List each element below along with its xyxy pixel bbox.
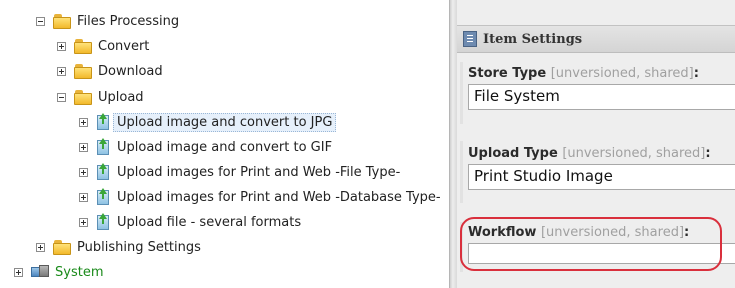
tree-node-upload-print-web-file[interactable]: Upload images for Print and Web -File Ty… <box>79 161 400 183</box>
expand-toggle-icon[interactable] <box>79 117 88 127</box>
tree-node-publishing-settings[interactable]: Publishing Settings <box>36 236 201 258</box>
tree-node-label[interactable]: System <box>55 265 103 280</box>
field-meta: [unversioned, shared] <box>550 66 694 81</box>
field-upload-type: Upload Type [unversioned, shared]: Print… <box>468 146 735 190</box>
expand-toggle-icon[interactable] <box>57 41 66 51</box>
expand-toggle-icon[interactable] <box>14 267 23 277</box>
expand-toggle-icon[interactable] <box>79 167 88 177</box>
tree-node-upload-several-formats[interactable]: Upload file - several formats <box>79 211 301 233</box>
tree-node-files-processing[interactable]: Files Processing <box>36 10 179 32</box>
collapse-toggle-icon[interactable] <box>36 16 45 26</box>
folder-icon <box>74 63 93 79</box>
tree-node-label[interactable]: Files Processing <box>77 14 179 29</box>
folder-icon <box>74 38 93 54</box>
folder-icon <box>53 13 72 29</box>
tree-node-label[interactable]: Upload images for Print and Web -File Ty… <box>117 165 400 180</box>
tree-node-label[interactable]: Publishing Settings <box>77 240 201 255</box>
tree-node-upload-jpg[interactable]: Upload image and convert to JPG <box>79 111 337 133</box>
expand-toggle-icon[interactable] <box>36 242 45 252</box>
field-label: Upload Type [unversioned, shared]: <box>468 146 735 161</box>
tree-node-convert[interactable]: Convert <box>57 35 149 57</box>
content-tree: Files Processing Convert Download Upload… <box>0 0 449 288</box>
tree-node-label[interactable]: Upload images for Print and Web -Databas… <box>117 190 441 205</box>
highlight-annotation <box>460 217 722 271</box>
tree-node-label[interactable]: Convert <box>98 39 149 54</box>
tree-node-label-selected[interactable]: Upload image and convert to JPG <box>113 112 337 132</box>
store-type-input[interactable]: File System <box>468 84 735 110</box>
tree-node-label[interactable]: Upload image and convert to GIF <box>117 140 332 155</box>
upload-type-input[interactable]: Print Studio Image <box>468 164 735 190</box>
field-label: Store Type [unversioned, shared]: <box>468 66 735 81</box>
field-colon: : <box>705 146 711 161</box>
field-label-text: Upload Type <box>468 146 558 161</box>
tree-node-system[interactable]: System <box>14 261 103 283</box>
expand-toggle-icon[interactable] <box>79 192 88 202</box>
field-group-bar <box>460 62 463 124</box>
tree-node-upload-print-web-database[interactable]: Upload images for Print and Web -Databas… <box>79 186 441 208</box>
upload-item-icon <box>96 137 110 156</box>
folder-icon <box>53 239 72 255</box>
tree-node-label[interactable]: Download <box>98 64 163 79</box>
field-label-text: Store Type <box>468 66 547 81</box>
upload-item-icon <box>96 187 110 206</box>
folder-icon <box>74 89 93 105</box>
upload-item-icon <box>96 212 110 231</box>
collapse-toggle-icon[interactable] <box>57 92 66 102</box>
section-header-item-settings[interactable]: Item Settings <box>457 25 735 53</box>
tree-node-upload-gif[interactable]: Upload image and convert to GIF <box>79 136 332 158</box>
system-icon <box>31 265 50 279</box>
upload-item-icon <box>96 112 110 131</box>
expand-toggle-icon[interactable] <box>57 66 66 76</box>
tree-node-label[interactable]: Upload <box>98 90 144 105</box>
field-colon: : <box>693 66 699 81</box>
tree-node-label[interactable]: Upload file - several formats <box>117 215 301 230</box>
document-icon <box>463 31 477 47</box>
expand-toggle-icon[interactable] <box>79 217 88 227</box>
field-group-bar <box>460 141 463 203</box>
field-store-type: Store Type [unversioned, shared]: File S… <box>468 66 735 110</box>
pane-splitter[interactable] <box>449 0 457 288</box>
tree-node-upload[interactable]: Upload <box>57 86 144 108</box>
tree-node-download[interactable]: Download <box>57 60 163 82</box>
upload-item-icon <box>96 162 110 181</box>
section-title: Item Settings <box>483 31 583 47</box>
field-meta: [unversioned, shared] <box>562 146 706 161</box>
expand-toggle-icon[interactable] <box>79 142 88 152</box>
